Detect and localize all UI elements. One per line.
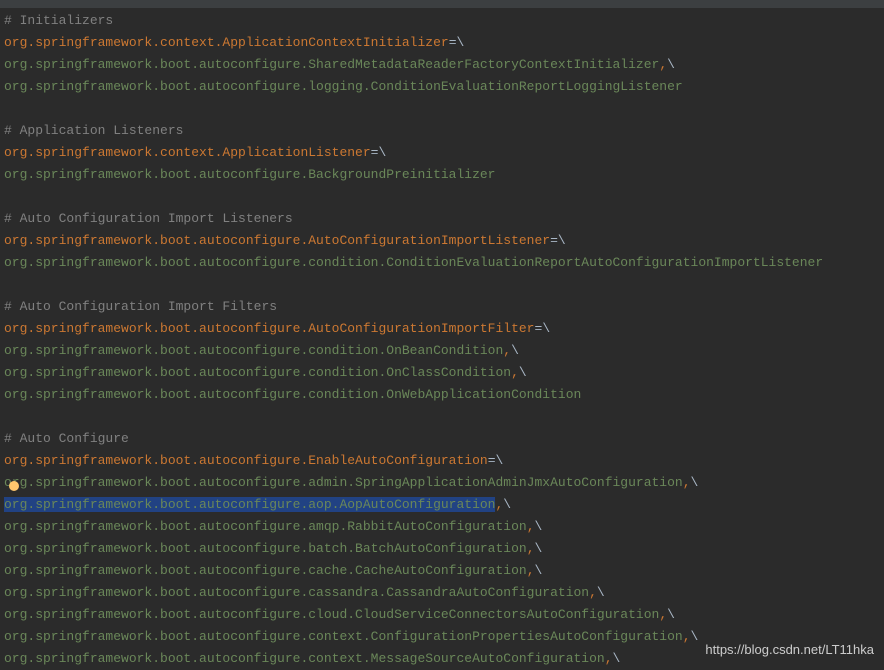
- code-line: org.springframework.boot.autoconfigure.c…: [4, 582, 884, 604]
- code-line: org.springframework.context.ApplicationC…: [4, 32, 884, 54]
- property-value: org.springframework.boot.autoconfigure.b…: [4, 541, 527, 556]
- equals-sign: =: [449, 35, 457, 50]
- line-continuation: \: [667, 57, 675, 72]
- comment-text: # Auto Configuration Import Filters: [4, 299, 277, 314]
- code-line: # Auto Configuration Import Listeners: [4, 208, 884, 230]
- code-line: org.springframework.boot.autoconfigure.A…: [4, 318, 884, 340]
- code-line: # Auto Configure: [4, 428, 884, 450]
- property-key: org.springframework.boot.autoconfigure.A…: [4, 321, 535, 336]
- gutter-breakpoint-icon[interactable]: [9, 481, 19, 491]
- line-continuation: \: [535, 563, 543, 578]
- code-line: org.springframework.context.ApplicationL…: [4, 142, 884, 164]
- property-value-highlighted: org.springframework.boot.autoconfigure.a…: [4, 497, 495, 512]
- property-value: org.springframework.boot.autoconfigure.c…: [4, 365, 511, 380]
- code-line-empty: [4, 98, 884, 120]
- comma: ,: [527, 519, 535, 534]
- line-continuation: \: [535, 541, 543, 556]
- code-line: org.springframework.boot.autoconfigure.c…: [4, 604, 884, 626]
- property-value: org.springframework.boot.autoconfigure.B…: [4, 167, 495, 182]
- code-line-empty: [4, 406, 884, 428]
- line-continuation: \: [613, 651, 621, 666]
- code-line: org.springframework.boot.autoconfigure.B…: [4, 164, 884, 186]
- code-line: org.springframework.boot.autoconfigure.l…: [4, 76, 884, 98]
- comma: ,: [683, 629, 691, 644]
- equals-sign: =: [550, 233, 558, 248]
- property-value: org.springframework.boot.autoconfigure.a…: [4, 519, 527, 534]
- code-line: org.springframework.boot.autoconfigure.c…: [4, 252, 884, 274]
- code-line: org.springframework.boot.autoconfigure.S…: [4, 54, 884, 76]
- comma: ,: [683, 475, 691, 490]
- code-line: # Application Listeners: [4, 120, 884, 142]
- code-line-empty: [4, 274, 884, 296]
- code-line: # Initializers: [4, 10, 884, 32]
- property-key: org.springframework.context.ApplicationC…: [4, 35, 449, 50]
- line-continuation: \: [691, 629, 699, 644]
- property-key: org.springframework.boot.autoconfigure.E…: [4, 453, 488, 468]
- property-value: org.springframework.boot.autoconfigure.c…: [4, 651, 605, 666]
- code-line: org.springframework.boot.autoconfigure.a…: [4, 494, 884, 516]
- property-value: org.springframework.boot.autoconfigure.S…: [4, 57, 659, 72]
- code-line: org.springframework.boot.autoconfigure.a…: [4, 472, 884, 494]
- property-value: org.springframework.boot.autoconfigure.c…: [4, 387, 581, 402]
- editor-top-bar: [0, 0, 884, 8]
- property-value: org.springframework.boot.autoconfigure.c…: [4, 255, 823, 270]
- code-line: org.springframework.boot.autoconfigure.c…: [4, 362, 884, 384]
- comma: ,: [503, 343, 511, 358]
- code-line-empty: [4, 186, 884, 208]
- property-value: org.springframework.boot.autoconfigure.a…: [4, 475, 683, 490]
- code-editor[interactable]: # Initializers org.springframework.conte…: [0, 8, 884, 670]
- code-line: org.springframework.boot.autoconfigure.A…: [4, 230, 884, 252]
- line-continuation: \: [496, 453, 504, 468]
- property-value: org.springframework.boot.autoconfigure.c…: [4, 585, 589, 600]
- line-continuation: \: [519, 365, 527, 380]
- line-continuation: \: [667, 607, 675, 622]
- comma: ,: [511, 365, 519, 380]
- code-line: org.springframework.boot.autoconfigure.E…: [4, 450, 884, 472]
- code-line: org.springframework.boot.autoconfigure.b…: [4, 538, 884, 560]
- watermark-text: https://blog.csdn.net/LT11hka: [705, 639, 874, 661]
- line-continuation: \: [597, 585, 605, 600]
- property-value: org.springframework.boot.autoconfigure.l…: [4, 79, 683, 94]
- code-line: org.springframework.boot.autoconfigure.c…: [4, 384, 884, 406]
- comma: ,: [659, 57, 667, 72]
- line-continuation: \: [558, 233, 566, 248]
- property-key: org.springframework.context.ApplicationL…: [4, 145, 371, 160]
- property-value: org.springframework.boot.autoconfigure.c…: [4, 343, 503, 358]
- property-value: org.springframework.boot.autoconfigure.c…: [4, 607, 659, 622]
- comma: ,: [527, 563, 535, 578]
- code-line: # Auto Configuration Import Filters: [4, 296, 884, 318]
- code-line: org.springframework.boot.autoconfigure.c…: [4, 340, 884, 362]
- line-continuation: \: [378, 145, 386, 160]
- comma: ,: [527, 541, 535, 556]
- property-value: org.springframework.boot.autoconfigure.c…: [4, 629, 683, 644]
- code-line: org.springframework.boot.autoconfigure.a…: [4, 516, 884, 538]
- line-continuation: \: [542, 321, 550, 336]
- line-continuation: \: [511, 343, 519, 358]
- property-value: org.springframework.boot.autoconfigure.c…: [4, 563, 527, 578]
- comment-text: # Initializers: [4, 13, 113, 28]
- code-line: org.springframework.boot.autoconfigure.c…: [4, 560, 884, 582]
- line-continuation: \: [503, 497, 511, 512]
- comment-text: # Application Listeners: [4, 123, 183, 138]
- line-continuation: \: [691, 475, 699, 490]
- line-continuation: \: [535, 519, 543, 534]
- comma: ,: [659, 607, 667, 622]
- equals-sign: =: [488, 453, 496, 468]
- comma: ,: [589, 585, 597, 600]
- line-continuation: \: [457, 35, 465, 50]
- property-key: org.springframework.boot.autoconfigure.A…: [4, 233, 550, 248]
- comment-text: # Auto Configure: [4, 431, 129, 446]
- comment-text: # Auto Configuration Import Listeners: [4, 211, 293, 226]
- comma: ,: [605, 651, 613, 666]
